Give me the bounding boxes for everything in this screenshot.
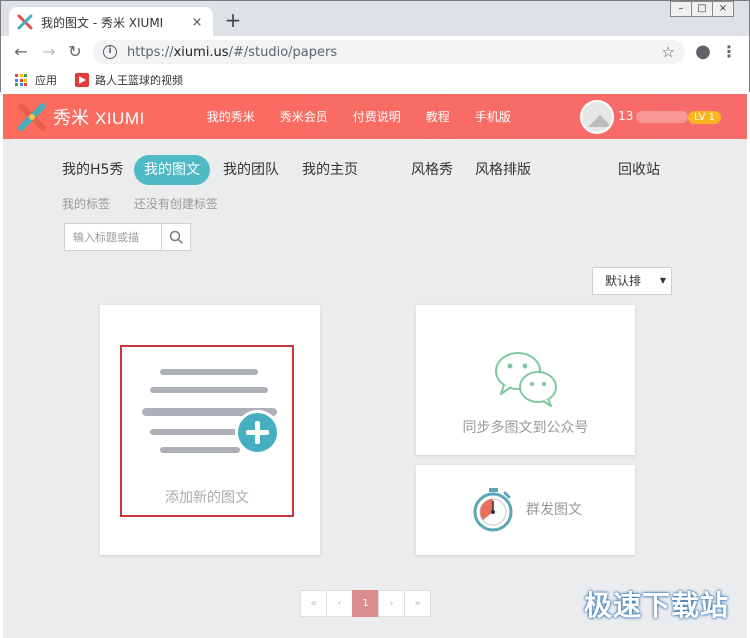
- username: 13: [618, 109, 694, 125]
- xiumi-logo-icon: [18, 102, 46, 131]
- bookmark-video[interactable]: 路人王篮球的视频: [75, 72, 183, 88]
- logo-text: 秀米 XIUMI: [53, 107, 145, 128]
- sync-wechat-card[interactable]: 同步多图文到公众号: [416, 305, 635, 455]
- tab-my-papers[interactable]: 我的图文: [134, 155, 210, 185]
- maximize-button[interactable]: □: [691, 1, 713, 17]
- info-icon[interactable]: i: [103, 45, 117, 59]
- site-logo[interactable]: 秀米 XIUMI: [15, 100, 145, 134]
- tags-label[interactable]: 我的标签: [62, 197, 110, 211]
- bookmarks-bar: 应用 路人王篮球的视频: [0, 68, 750, 92]
- chevron-down-icon: ▼: [659, 276, 666, 285]
- browser-tab[interactable]: 我的图文 - 秀米 XIUMI ×: [9, 7, 213, 37]
- nav-pricing[interactable]: 付费说明: [353, 108, 401, 125]
- bookmark-label: 应用: [35, 74, 57, 87]
- video-play-icon: [75, 73, 89, 87]
- bookmark-apps[interactable]: 应用: [15, 72, 57, 88]
- pagination: « ‹ 1 › »: [300, 590, 431, 617]
- tab-style-show[interactable]: 风格秀: [411, 155, 453, 185]
- tab-style-layout[interactable]: 风格排版: [475, 155, 531, 185]
- nav-membership[interactable]: 秀米会员: [280, 108, 328, 125]
- tags-row: 我的标签 还没有创建标签: [62, 195, 238, 212]
- forward-arrow-icon[interactable]: →: [37, 40, 61, 64]
- nav-tutorial[interactable]: 教程: [426, 108, 450, 125]
- sort-value: 默认排: [605, 274, 642, 288]
- minimize-button[interactable]: –: [670, 1, 692, 17]
- plus-icon: [235, 410, 280, 455]
- address-bar[interactable]: i https://xiumi.us/#/studio/papers ☆: [93, 40, 685, 64]
- studio-tabs: 我的H5秀 我的图文 我的团队 我的主页 风格秀 风格排版 回收站: [3, 155, 747, 185]
- window-close-button[interactable]: ×: [712, 1, 734, 17]
- page-prev-button[interactable]: ‹: [326, 590, 353, 617]
- add-paper-label: 添加新的图文: [165, 490, 249, 506]
- browser-toolbar: ← → ↻ i https://xiumi.us/#/studio/papers…: [0, 36, 750, 68]
- add-paper-highlight[interactable]: 添加新的图文: [120, 345, 294, 517]
- sort-select[interactable]: 默认排 ▼: [592, 267, 672, 295]
- search-box: [64, 223, 191, 251]
- bookmark-label: 路人王篮球的视频: [95, 74, 183, 87]
- tab-my-team[interactable]: 我的团队: [223, 155, 279, 185]
- mass-send-card[interactable]: 群发图文: [416, 465, 635, 555]
- page-number-button[interactable]: 1: [352, 590, 379, 617]
- menu-icon[interactable]: ⋮: [717, 40, 741, 64]
- account-icon[interactable]: ●: [691, 40, 715, 64]
- wechat-icon: [495, 352, 557, 407]
- star-icon[interactable]: ☆: [662, 43, 675, 61]
- search-icon: [169, 230, 183, 244]
- timer-icon: [473, 488, 513, 532]
- browser-tab-bar: 我的图文 - 秀米 XIUMI × + – □ ×: [0, 0, 750, 37]
- search-input[interactable]: [65, 224, 161, 250]
- new-tab-button[interactable]: +: [223, 10, 243, 30]
- mass-send-label: 群发图文: [526, 502, 582, 518]
- site-watermark: 极速下载站: [583, 589, 729, 622]
- nav-mobile[interactable]: 手机版: [475, 108, 511, 125]
- site-header: 秀米 XIUMI 我的秀米 秀米会员 付费说明 教程 手机版 13 LV 1: [3, 94, 747, 139]
- back-arrow-icon[interactable]: ←: [9, 40, 33, 64]
- search-button[interactable]: [161, 224, 190, 250]
- page-last-button[interactable]: »: [404, 590, 431, 617]
- avatar[interactable]: [580, 100, 615, 134]
- tags-empty-text: 还没有创建标签: [133, 197, 218, 211]
- xiumi-favicon-icon: [17, 14, 33, 30]
- close-icon[interactable]: ×: [189, 15, 205, 30]
- page-next-button[interactable]: ›: [378, 590, 405, 617]
- tab-recycle-bin[interactable]: 回收站: [618, 155, 660, 185]
- add-paper-card[interactable]: 添加新的图文: [100, 305, 320, 555]
- tab-my-h5[interactable]: 我的H5秀: [62, 155, 123, 185]
- user-menu[interactable]: 13 LV 1: [580, 100, 721, 134]
- sync-wechat-label: 同步多图文到公众号: [462, 420, 589, 436]
- reload-icon[interactable]: ↻: [63, 40, 87, 64]
- page-first-button[interactable]: «: [300, 590, 327, 617]
- tab-title: 我的图文 - 秀米 XIUMI: [41, 15, 164, 30]
- url-text[interactable]: https://xiumi.us/#/studio/papers: [127, 45, 662, 60]
- site-nav: 我的秀米 秀米会员 付费说明 教程 手机版: [207, 108, 536, 125]
- studio-main: 我的H5秀 我的图文 我的团队 我的主页 风格秀 风格排版 回收站 我的标签 还…: [3, 139, 747, 638]
- tab-my-homepage[interactable]: 我的主页: [302, 155, 358, 185]
- apps-grid-icon: [15, 74, 27, 86]
- nav-my-xiumi[interactable]: 我的秀米: [207, 108, 255, 125]
